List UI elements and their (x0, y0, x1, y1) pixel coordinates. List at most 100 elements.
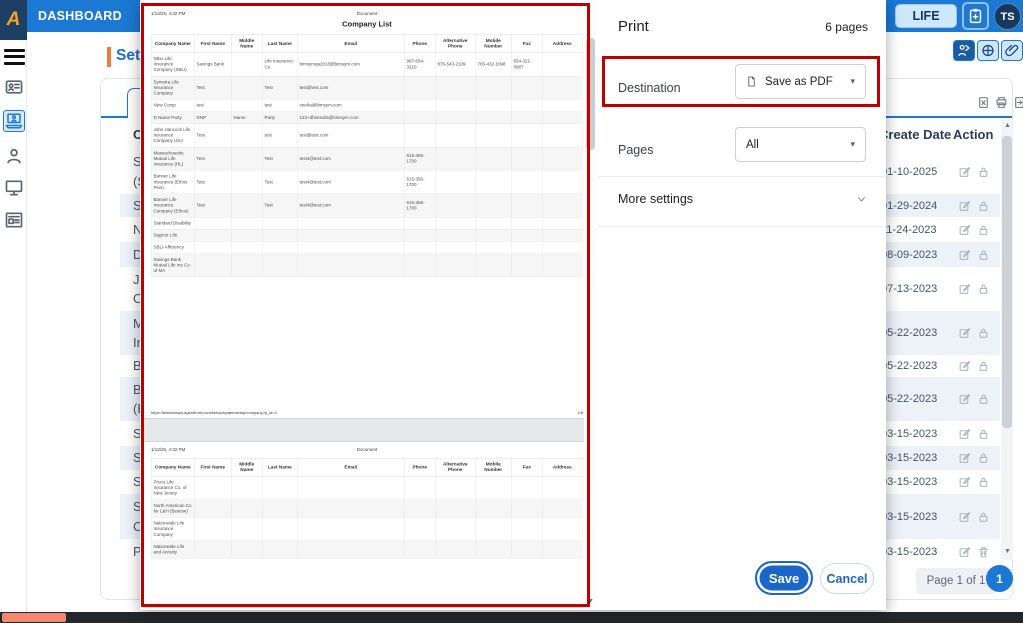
row-actions (948, 199, 1000, 213)
presenter-icon[interactable] (953, 40, 975, 61)
id-card-icon[interactable] (3, 76, 25, 98)
row-actions (948, 359, 1000, 373)
trash-icon[interactable] (977, 545, 990, 559)
scroll-up-icon[interactable]: ▲ (1004, 122, 1011, 129)
edit-icon[interactable] (958, 223, 971, 237)
edit-icon[interactable] (958, 165, 971, 179)
create-date-cell: 03-15-2023 (881, 427, 938, 440)
preview-col-header: Last Name (262, 34, 298, 53)
user-avatar[interactable]: TS (994, 3, 1021, 30)
preview-col-header: Alternative Phone (435, 458, 476, 477)
create-date-header: Create Date (879, 126, 952, 142)
preview-col-header: Fax (511, 34, 543, 53)
network-icon[interactable] (977, 40, 999, 61)
create-date-cell: 03-15-2023 (881, 546, 938, 558)
pagination-page-1[interactable]: 1 (986, 565, 1013, 592)
row-actions (948, 223, 1000, 237)
edit-icon[interactable] (958, 545, 971, 559)
desktop-icon[interactable] (3, 177, 25, 199)
preview-row: SBLI Life Insurance Company (SBLI) Saving… (151, 52, 583, 77)
lock-icon[interactable] (977, 248, 990, 262)
preview-scroll-down-icon[interactable]: ▼ (587, 598, 594, 605)
print-preview-area[interactable]: 1/13/25, 4:32 PM Document Company List C… (140, 0, 598, 610)
preview-row: D Name Party DNP Name Party 123+dhirendra@bi… (151, 111, 583, 124)
horizontal-scrollbar[interactable] (0, 612, 1023, 623)
edit-icon[interactable] (958, 427, 971, 441)
preview-col-header: Company Name (151, 458, 195, 477)
destination-label: Destination (618, 81, 681, 95)
preview-row: Massachusetts Mutual Life Insurance (HL)… (151, 146, 583, 171)
preview-page-1: 1/13/25, 4:32 PM Document Company List C… (143, 5, 589, 419)
cancel-button[interactable]: Cancel (820, 563, 874, 594)
edit-icon[interactable] (958, 475, 971, 489)
page-separator (143, 419, 589, 441)
preview-row: Banner Life Insurance Company (Ethos) Tes… (151, 193, 583, 218)
create-date-cell: 01-10-2025 (881, 165, 938, 178)
user-icon[interactable] (3, 145, 25, 167)
preview-col-header: Alternative Phone (435, 34, 476, 53)
lock-icon[interactable] (977, 223, 990, 237)
edit-icon[interactable] (958, 392, 971, 406)
nav-item-dashboard[interactable]: DASHBOARD (38, 9, 122, 23)
horizontal-scrollbar-thumb[interactable] (2, 613, 66, 622)
print-dialog: 1/13/25, 4:32 PM Document Company List C… (140, 0, 886, 610)
preview-timestamp: 1/13/25, 4:32 PM (151, 447, 186, 452)
preview-col-header: Mobile Number (475, 34, 512, 53)
destination-value: Save as PDF (765, 75, 833, 88)
table-scrollbar-thumb[interactable] (1002, 136, 1012, 428)
lock-icon[interactable] (977, 165, 990, 179)
preview-table: Company Name First Name Middle Name Last Na… (151, 34, 583, 278)
lock-icon[interactable] (977, 475, 990, 489)
excel-export-icon[interactable] (977, 95, 990, 110)
pages-value: All (746, 138, 759, 151)
clipboard-add-icon[interactable] (962, 2, 989, 30)
lock-icon[interactable] (977, 326, 990, 340)
row-actions (948, 427, 1000, 441)
create-date-cell: 05-22-2023 (881, 393, 938, 405)
edit-icon[interactable] (958, 199, 971, 213)
create-date-cell: 05-22-2023 (881, 327, 938, 339)
edit-icon[interactable] (958, 359, 971, 373)
preview-row: Pruco Life Insurance Co. of New Jersey (151, 475, 583, 500)
save-button[interactable]: Save (755, 561, 813, 595)
edit-icon[interactable] (958, 248, 971, 262)
caret-down-icon: ▾ (850, 139, 855, 149)
row-actions (948, 392, 1000, 406)
table-toolbar (977, 95, 1023, 110)
preview-scrollbar-thumb[interactable] (586, 38, 595, 150)
create-date-cell: 07-13-2023 (881, 283, 938, 295)
paperclip-icon[interactable] (1001, 40, 1023, 61)
lock-icon[interactable] (977, 427, 990, 441)
lock-icon[interactable] (977, 359, 990, 373)
life-module-button[interactable]: LIFE (895, 4, 957, 28)
destination-select[interactable]: Save as PDF ▾ (735, 64, 866, 99)
lock-icon[interactable] (977, 282, 990, 296)
edit-icon[interactable] (958, 282, 971, 296)
preview-row: Nationwide Life Insurance Company (151, 517, 583, 541)
preview-col-header: Fax (511, 458, 543, 477)
hamburger-menu-icon[interactable] (4, 45, 25, 67)
edit-icon[interactable] (958, 451, 971, 465)
preview-doc-title: Company List (342, 20, 392, 29)
print-dialog-title: Print (618, 18, 649, 35)
edit-icon[interactable] (958, 510, 971, 524)
edit-icon[interactable] (958, 326, 971, 340)
brand-logo[interactable]: A (0, 0, 27, 40)
more-settings-toggle[interactable]: More settings (618, 192, 868, 206)
workstation-user-icon[interactable] (3, 110, 25, 132)
scroll-down-icon[interactable]: ▼ (1004, 548, 1011, 555)
print-icon[interactable] (995, 95, 1008, 110)
preview-col-header: First Name (194, 34, 232, 53)
action-header: Action (953, 126, 994, 142)
lock-icon[interactable] (977, 510, 990, 524)
header-shortcuts (953, 40, 1023, 61)
preview-col-header: Middle Name (231, 34, 263, 53)
export-icon[interactable] (1013, 95, 1023, 110)
form-icon[interactable] (3, 209, 25, 231)
more-settings-label: More settings (618, 192, 694, 206)
preview-row: New Comp test test sneha@bimsym.com (151, 99, 583, 112)
lock-icon[interactable] (977, 451, 990, 465)
pages-select[interactable]: All ▾ (735, 127, 866, 162)
lock-icon[interactable] (977, 392, 990, 406)
lock-icon[interactable] (977, 199, 990, 213)
